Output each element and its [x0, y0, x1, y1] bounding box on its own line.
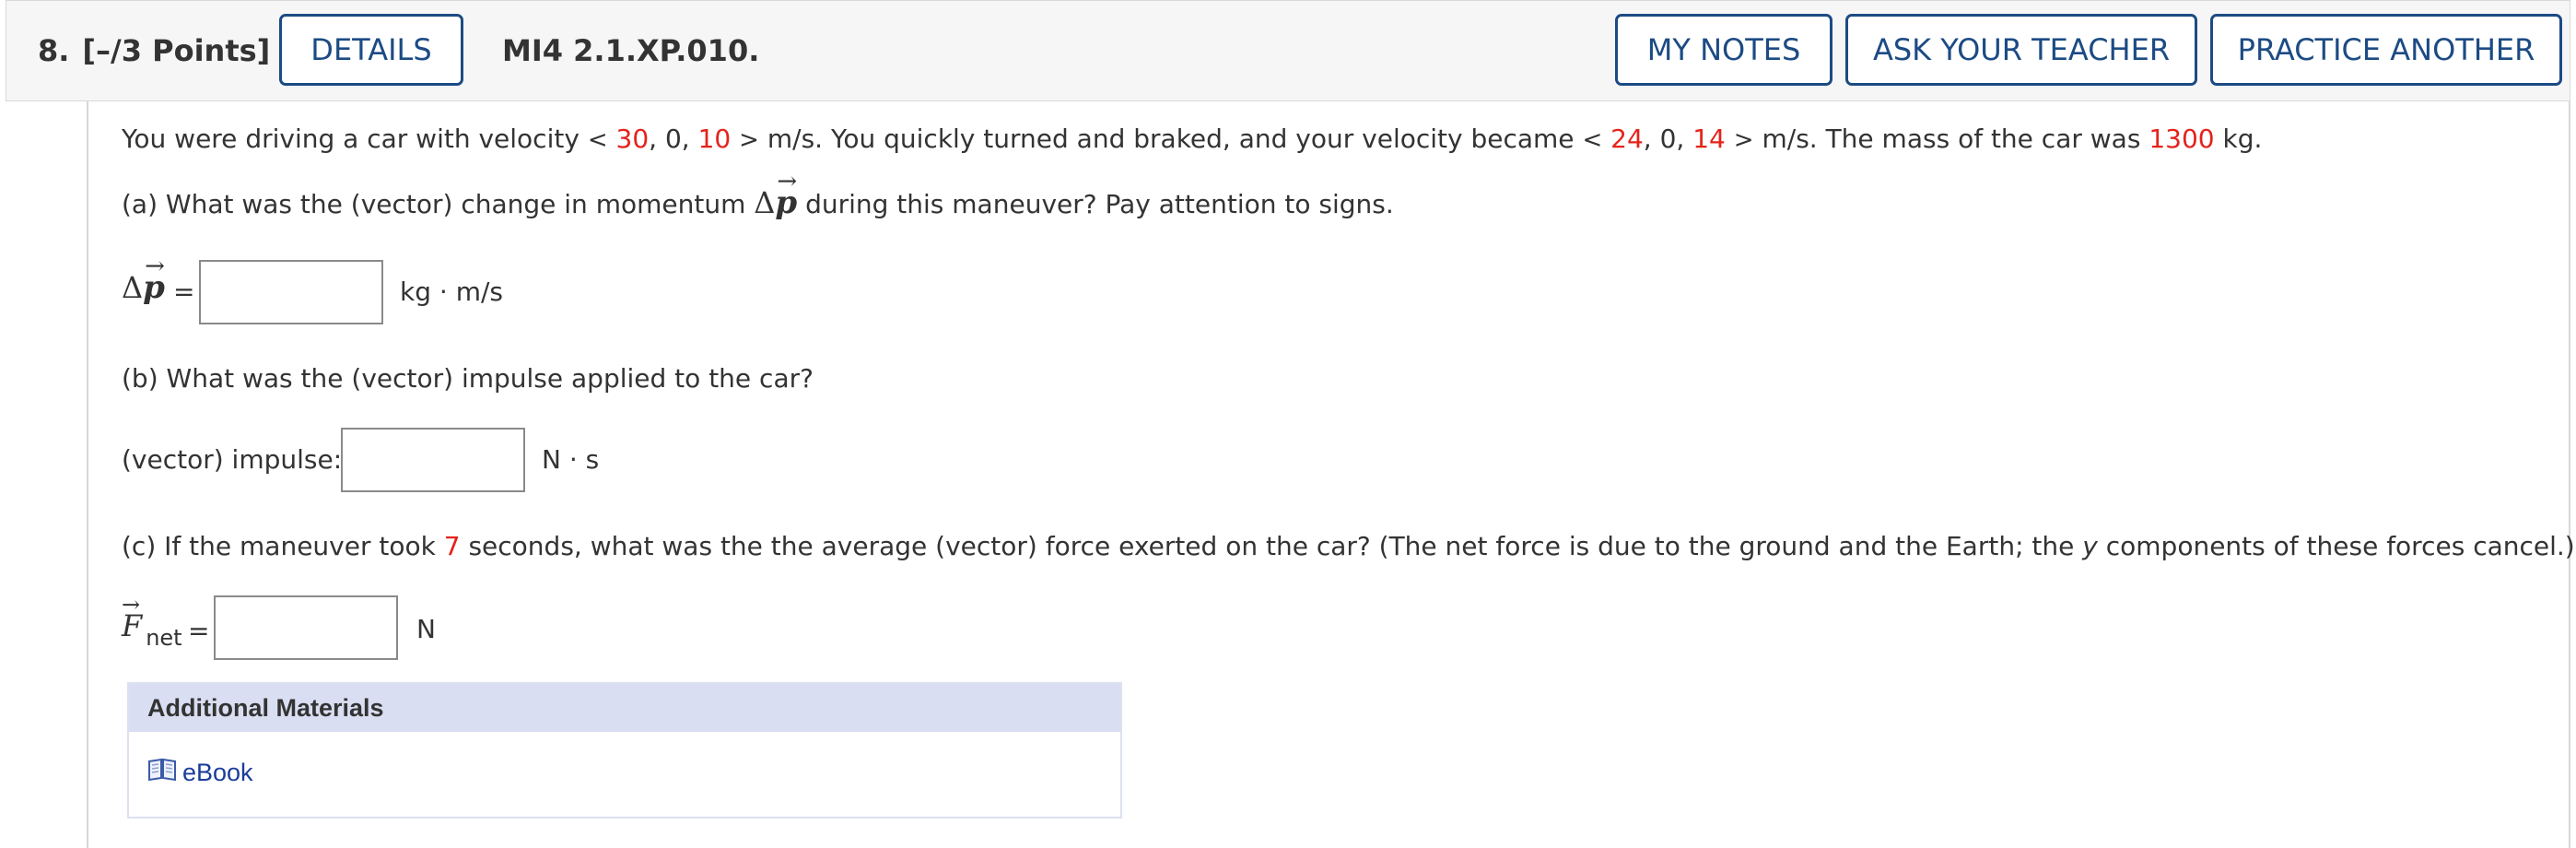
practice-another-button[interactable]: PRACTICE ANOTHER: [2210, 14, 2562, 86]
ebook-link[interactable]: eBook: [147, 758, 253, 788]
net-force-label: → Fnet: [122, 592, 182, 651]
impulse-input[interactable]: [341, 428, 525, 492]
question-header: 8. [–/3 Points] DETAILS MI4 2.1.XP.010. M…: [6, 0, 2570, 101]
additional-materials-title: Additional Materials: [129, 684, 1120, 732]
ebook-label[interactable]: eBook: [182, 759, 253, 787]
y-variable: y: [2082, 531, 2098, 561]
delta-symbol-answer: Δ: [122, 270, 144, 305]
part-a-question: (a) What was the (vector) change in mome…: [122, 168, 1394, 221]
statement-text-4: kg.: [2222, 124, 2263, 154]
question-points: [–/3 Points]: [82, 33, 271, 68]
force-unit: N: [416, 614, 436, 644]
momentum-vector-label: → p: [143, 253, 165, 306]
vector-arrow-icon: →: [122, 592, 141, 618]
additional-materials-panel: Additional Materials eBook: [127, 682, 1122, 819]
velocity2-y: 0: [1659, 124, 1677, 154]
my-notes-button[interactable]: MY NOTES: [1615, 14, 1832, 86]
part-a-equals: =: [173, 277, 195, 307]
question-number: 8.: [38, 33, 70, 68]
delta-symbol: Δ: [754, 185, 776, 220]
statement-text-1: You were driving a car with velocity: [122, 124, 580, 154]
book-icon: [147, 758, 177, 788]
velocity2-z: 14: [1692, 124, 1726, 154]
part-a-text-2: during this maneuver? Pay attention to s…: [805, 189, 1394, 219]
maneuver-time: 7: [443, 531, 461, 561]
part-c-text-1: (c) If the maneuver took: [122, 531, 436, 561]
momentum-change-input[interactable]: [199, 260, 383, 324]
part-a-label: Δ → p: [122, 253, 165, 306]
vector-arrow-icon: →: [777, 168, 798, 195]
force-vector-symbol: → F: [122, 592, 142, 643]
statement-text-3: m/s. The mass of the car was: [1762, 124, 2141, 154]
impulse-unit: N · s: [542, 444, 600, 475]
car-mass: 1300: [2149, 124, 2215, 154]
ask-your-teacher-button[interactable]: ASK YOUR TEACHER: [1845, 14, 2197, 86]
details-button[interactable]: DETAILS: [279, 14, 463, 86]
momentum-unit: kg · m/s: [400, 277, 503, 307]
part-a-text-1: (a) What was the (vector) change in mome…: [122, 189, 746, 219]
velocity2-x: 24: [1610, 124, 1644, 154]
angle-close-1: >: [739, 126, 759, 154]
vector-arrow-icon: →: [145, 253, 165, 280]
part-c-text-2: seconds, what was the the average (vecto…: [468, 531, 2075, 561]
part-c-equals: =: [188, 616, 210, 646]
part-c-question: (c) If the maneuver took 7 seconds, what…: [122, 531, 2575, 561]
force-subscript: net: [146, 625, 182, 651]
angle-close-2: >: [1733, 126, 1754, 154]
part-b-question: (b) What was the (vector) impulse applie…: [122, 363, 814, 394]
problem-code: MI4 2.1.XP.010.: [502, 33, 760, 68]
problem-statement: You were driving a car with velocity < 3…: [122, 124, 2263, 154]
question-title: 8. [–/3 Points]: [38, 33, 270, 68]
part-c-text-3: components of these forces cancel.): [2105, 531, 2575, 561]
velocity1-x: 30: [615, 124, 650, 154]
impulse-label: (vector) impulse:: [122, 444, 343, 475]
statement-text-2: m/s. You quickly turned and braked, and …: [767, 124, 1575, 154]
velocity1-z: 10: [697, 124, 732, 154]
net-force-input[interactable]: [214, 595, 398, 660]
angle-open-2: <: [1582, 126, 1603, 154]
velocity1-y: 0: [664, 124, 682, 154]
angle-open-1: <: [587, 126, 608, 154]
momentum-vector-symbol: → p: [775, 168, 797, 221]
